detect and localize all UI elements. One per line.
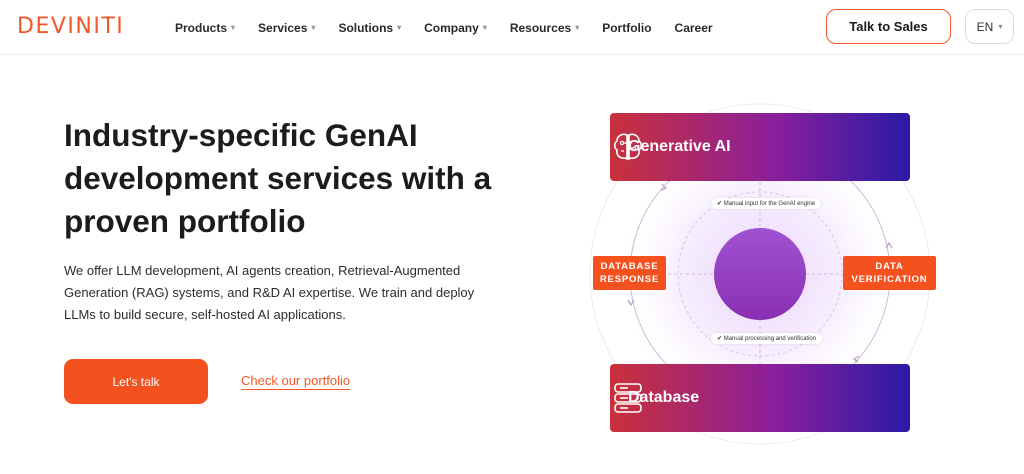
chevron-down-icon: ▾ xyxy=(998,22,1003,31)
language-selector[interactable]: EN ▾ xyxy=(965,9,1014,44)
database-card: Database xyxy=(610,364,910,432)
hero-title: Industry-specific GenAI development serv… xyxy=(64,117,492,239)
nav-item-career[interactable]: Career xyxy=(675,21,713,35)
nav-item-services[interactable]: Services ▾ xyxy=(258,21,315,35)
nav-item-company[interactable]: Company ▾ xyxy=(424,21,487,35)
language-label: EN xyxy=(976,19,994,34)
chevron-down-icon: ▾ xyxy=(575,23,580,32)
generative-ai-card: Generative AI xyxy=(610,113,910,181)
data-verification-tag: DATA VERIFICATION xyxy=(843,256,936,290)
nav-item-portfolio[interactable]: Portfolio xyxy=(602,21,651,35)
brain-circuit-icon xyxy=(613,133,643,161)
chevron-down-icon: ▾ xyxy=(397,23,402,32)
nav-item-solutions[interactable]: Solutions ▾ xyxy=(338,21,401,35)
talk-to-sales-button[interactable]: Talk to Sales xyxy=(826,9,951,44)
check-portfolio-link[interactable]: Check our portfolio xyxy=(241,373,351,390)
chevron-down-icon: ▾ xyxy=(231,23,236,32)
manual-input-chip: ✔ Manual input for the GenAI engine xyxy=(711,198,822,209)
deviniti-logo[interactable]: DEVINITI xyxy=(17,14,124,39)
server-stack-icon xyxy=(614,383,642,413)
check-icon: ✔ xyxy=(717,201,723,207)
person-icon xyxy=(582,103,610,137)
main-nav: Products ▾ Services ▾ Solutions ▾ Company ▾ … xyxy=(175,0,736,55)
lets-talk-button[interactable]: Let's talk xyxy=(64,359,208,404)
site-header: DEVINITI Products ▾ Services ▾ Solutions ▾ … xyxy=(0,0,1024,55)
center-user-circle xyxy=(714,228,806,320)
chevron-down-icon: ▾ xyxy=(482,23,487,32)
nav-item-resources[interactable]: Resources ▾ xyxy=(510,21,579,35)
hero-description: We offer LLM development, AI agents crea… xyxy=(64,263,475,322)
check-icon: ✔ xyxy=(717,336,723,342)
nav-item-products[interactable]: Products ▾ xyxy=(175,21,235,35)
database-response-tag: DATABASE RESPONSE xyxy=(593,256,666,290)
genai-diagram: Generative AI Database DATABASE RESPONSE… xyxy=(580,100,950,445)
manual-processing-chip: ✔ Manual processing and verification xyxy=(711,333,823,344)
chevron-down-icon: ▾ xyxy=(311,23,316,32)
